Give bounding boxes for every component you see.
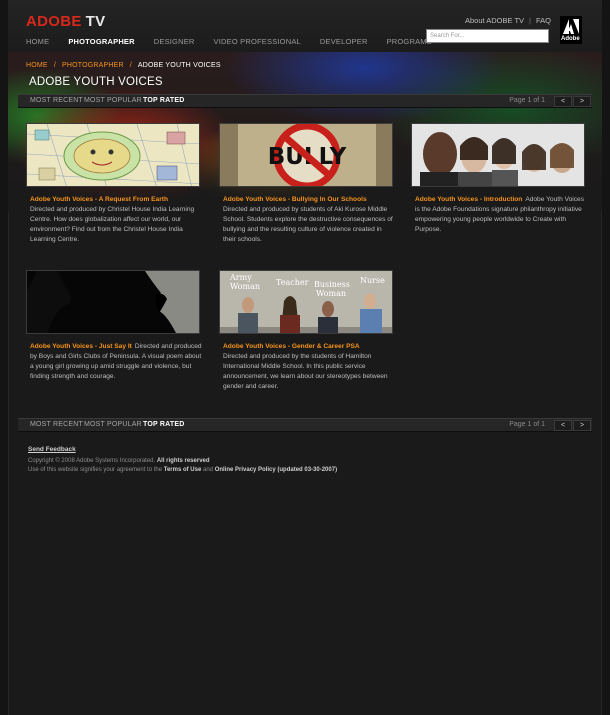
adobe-logo[interactable]: Adobe — [560, 16, 582, 44]
page-indicator: Page 1 of 1 — [509, 97, 545, 104]
video-caption: Adobe Youth Voices - Just Say It Directed… — [26, 342, 202, 382]
adobe-a-icon — [563, 19, 579, 34]
breadcrumb-current: ADOBE YOUTH VOICES — [137, 62, 221, 69]
label-business-woman-1: Business — [314, 280, 350, 289]
logo-brand: ADOBE — [26, 13, 82, 30]
tab-most-popular[interactable]: MOST POPULAR — [84, 97, 142, 104]
rights-text: All rights reserved — [156, 458, 210, 464]
copyright-notice: Copyright © 2008 Adobe Systems Incorpora… — [28, 457, 337, 474]
adobe-logo-text: Adobe — [561, 36, 580, 42]
video-caption: Adobe Youth Voices - Gender & Career PSA… — [219, 342, 395, 392]
video-item: BULLY Adobe Youth Voices - Bullying In O… — [219, 123, 395, 245]
site-header: ADOBE TV HOME PHOTOGRAPHER DESIGNER VIDEO… — [8, 0, 602, 52]
logo-product: TV — [85, 13, 106, 30]
send-feedback-link[interactable]: Send Feedback — [28, 446, 76, 453]
agreement-text: Use of this website signifies your agree… — [28, 466, 163, 473]
video-caption: Adobe Youth Voices - Bullying In Our Sch… — [219, 195, 395, 245]
breadcrumb-separator: / — [53, 62, 56, 69]
video-caption: Adobe Youth Voices - Introduction Adobe Y… — [411, 195, 587, 235]
main-nav: HOME PHOTOGRAPHER DESIGNER VIDEO PROFESS… — [26, 37, 451, 46]
breadcrumb-separator: / — [129, 62, 132, 69]
bully-sign-thumbnail[interactable]: BULLY — [219, 123, 393, 187]
tab-most-recent[interactable]: MOST RECENT — [30, 421, 83, 428]
video-caption: Adobe Youth Voices - A Request From Eart… — [26, 195, 202, 245]
label-business-woman-2: Woman — [316, 289, 346, 298]
bully-sign-image: BULLY — [220, 124, 392, 186]
page-indicator: Page 1 of 1 — [509, 421, 545, 428]
video-title[interactable]: Adobe Youth Voices - A Request From Eart… — [30, 195, 199, 205]
tab-most-recent[interactable]: MOST RECENT — [30, 97, 83, 104]
video-item: Army Woman Teacher Business Woman Nurse … — [219, 270, 395, 392]
group-faces-thumbnail[interactable] — [411, 123, 585, 187]
group-faces-image — [412, 124, 584, 186]
nav-photographer[interactable]: PHOTOGRAPHER — [68, 37, 134, 46]
silhouette-thumbnail[interactable] — [26, 270, 200, 334]
video-item: Adobe Youth Voices - Introduction Adobe Y… — [411, 123, 587, 235]
label-nurse: Nurse — [360, 276, 385, 285]
sort-tabs-bottom: MOST RECENT MOST POPULAR TOP RATED Page … — [18, 418, 592, 432]
next-page-button[interactable]: > — [573, 96, 591, 107]
sort-tabs-top: MOST RECENT MOST POPULAR TOP RATED Page … — [18, 94, 592, 108]
video-title[interactable]: Adobe Youth Voices - Gender & Career PSA — [223, 342, 392, 352]
about-link[interactable]: About ADOBE TV — [465, 16, 524, 25]
search-input[interactable]: Search For... — [426, 29, 549, 43]
career-labels-thumbnail[interactable]: Army Woman Teacher Business Woman Nurse — [219, 270, 393, 334]
label-army-woman-1: Army — [229, 273, 252, 282]
terms-of-use-link[interactable]: Terms of Use — [164, 467, 202, 473]
next-page-button[interactable]: > — [573, 420, 591, 431]
and-text: and — [203, 466, 214, 473]
nav-video-professional[interactable]: VIDEO PROFESSIONAL — [214, 37, 301, 46]
video-title[interactable]: Adobe Youth Voices - Just Say It — [30, 343, 132, 350]
breadcrumb: HOME / PHOTOGRAPHER / ADOBE YOUTH VOICES — [26, 62, 221, 69]
link-separator: | — [529, 16, 531, 25]
nav-designer[interactable]: DESIGNER — [154, 37, 195, 46]
video-description: Directed and produced by Christel House … — [30, 206, 195, 243]
nav-developer[interactable]: DEVELOPER — [320, 37, 368, 46]
breadcrumb-photographer[interactable]: PHOTOGRAPHER — [62, 62, 124, 69]
breadcrumb-home[interactable]: HOME — [26, 62, 48, 69]
earth-drawing-image — [27, 124, 199, 186]
adobe-tv-logo[interactable]: ADOBE TV — [26, 13, 105, 30]
utility-links: About ADOBE TV | FAQ — [465, 16, 551, 25]
prev-page-button[interactable]: < — [554, 96, 572, 107]
page-title: ADOBE YOUTH VOICES — [29, 76, 163, 88]
video-item: Adobe Youth Voices - A Request From Eart… — [26, 123, 202, 245]
silhouette-image — [27, 271, 199, 333]
earth-drawing-thumbnail[interactable] — [26, 123, 200, 187]
faq-link[interactable]: FAQ — [536, 16, 551, 25]
nav-home[interactable]: HOME — [26, 37, 49, 46]
video-title[interactable]: Adobe Youth Voices - Bullying In Our Sch… — [223, 195, 392, 205]
video-item: Adobe Youth Voices - Just Say It Directed… — [26, 270, 202, 382]
label-teacher: Teacher — [276, 278, 309, 287]
prev-page-button[interactable]: < — [554, 420, 572, 431]
video-description: Directed and produced by the students of… — [223, 353, 388, 390]
label-army-woman-2: Woman — [230, 282, 260, 291]
tab-most-popular[interactable]: MOST POPULAR — [84, 421, 142, 428]
video-description: Directed and produced by students of Aki… — [223, 206, 393, 243]
copyright-text: Copyright © 2008 Adobe Systems Incorpora… — [28, 458, 156, 464]
privacy-policy-link[interactable]: Online Privacy Policy (updated 03-30-200… — [215, 467, 337, 473]
career-labels-image: Army Woman Teacher Business Woman Nurse — [220, 271, 392, 333]
tab-top-rated[interactable]: TOP RATED — [143, 421, 184, 428]
video-title[interactable]: Adobe Youth Voices - Introduction — [415, 196, 522, 203]
tab-top-rated[interactable]: TOP RATED — [143, 97, 184, 104]
